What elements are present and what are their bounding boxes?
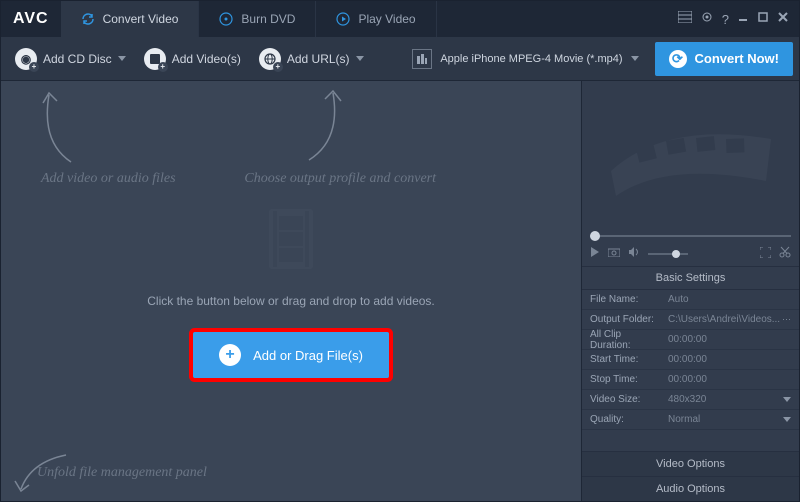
chevron-down-icon [783,417,791,422]
title-bar: AVC Convert Video Burn DVD Play Video ? [1,1,799,37]
settings-row: Quality:Normal [582,410,799,430]
globe-add-icon [259,48,281,70]
settings-row: Start Time:00:00:00 [582,350,799,370]
close-icon[interactable] [777,10,789,28]
settings-value: 00:00:00 [664,354,799,365]
disc-add-icon: ◉ [15,48,37,70]
tab-play-video[interactable]: Play Video [316,1,436,37]
tab-convert-video[interactable]: Convert Video [61,1,200,37]
toolbar: ◉ Add CD Disc Add Video(s) Add URL(s) Ap… [1,37,799,81]
side-panel: Basic Settings File Name:AutoOutput Fold… [581,81,799,501]
options-icon[interactable] [678,10,692,28]
chevron-down-icon [118,56,126,61]
minimize-icon[interactable] [737,10,749,28]
chevron-down-icon [356,56,364,61]
audio-options-button[interactable]: Audio Options [582,476,799,501]
arrow-annotation [31,87,81,167]
video-options-button[interactable]: Video Options [582,451,799,476]
fullscreen-icon[interactable] [760,247,771,261]
app-window: AVC Convert Video Burn DVD Play Video ? [0,0,800,502]
filmstrip-placeholder-icon [606,111,776,201]
settings-key: Stop Time: [582,374,664,385]
main-area: Add video or audio files Choose output p… [1,81,799,501]
profile-preset-icon [412,49,432,69]
settings-value[interactable]: Normal [664,414,799,425]
settings-key: Quality: [582,414,664,425]
add-urls-button[interactable]: Add URL(s) [251,44,372,74]
annotation-unfold-panel: Unfold file management panel [37,465,207,481]
settings-key: Video Size: [582,394,664,405]
refresh-icon: ⟳ [669,50,687,68]
film-placeholder-icon [261,204,321,274]
settings-value[interactable]: C:\Users\Andrei\Videos...⋯ [664,314,799,325]
settings-value[interactable]: 480x320 [664,394,799,405]
settings-key: Start Time: [582,354,664,365]
settings-row: File Name:Auto [582,290,799,310]
play-icon [336,12,350,26]
button-label: Convert Now! [695,51,780,66]
maximize-icon[interactable] [757,10,769,28]
settings-row: All Clip Duration:00:00:00 [582,330,799,350]
add-cd-disc-button[interactable]: ◉ Add CD Disc [7,44,134,74]
settings-key: All Clip Duration: [582,329,664,351]
settings-row: Stop Time:00:00:00 [582,370,799,390]
basic-settings-table: File Name:AutoOutput Folder:C:\Users\And… [582,290,799,430]
app-logo: AVC [1,10,61,28]
volume-slider[interactable] [648,253,688,255]
disc-icon [219,12,233,26]
tab-label: Play Video [358,12,415,26]
plus-circle-icon: + [219,344,241,366]
chevron-down-icon [783,397,791,402]
help-icon[interactable]: ? [722,12,729,27]
settings-value: Auto [664,294,799,305]
settings-row: Output Folder:C:\Users\Andrei\Videos...⋯ [582,310,799,330]
chevron-down-icon [631,56,639,61]
button-label: Add or Drag File(s) [253,348,363,363]
snapshot-icon[interactable] [608,247,620,260]
tab-burn-dvd[interactable]: Burn DVD [199,1,316,37]
output-profile-selector[interactable]: Apple iPhone MPEG-4 Movie (*.mp4) [404,45,646,73]
volume-icon[interactable] [628,247,640,260]
play-icon[interactable] [590,247,600,260]
annotation-choose-profile: Choose output profile and convert [244,171,436,187]
gear-icon[interactable] [700,10,714,29]
film-add-icon [144,48,166,70]
convert-now-button[interactable]: ⟳ Convert Now! [655,42,794,76]
tab-label: Convert Video [103,12,179,26]
basic-settings-header: Basic Settings [582,267,799,290]
drop-zone[interactable]: Add video or audio files Choose output p… [1,81,581,501]
settings-row: Video Size:480x320 [582,390,799,410]
main-tabs: Convert Video Burn DVD Play Video [61,1,668,37]
profile-label: Apple iPhone MPEG-4 Movie (*.mp4) [440,53,622,65]
settings-value: 00:00:00 [664,374,799,385]
cut-icon[interactable] [779,246,791,261]
preview-area [582,81,799,231]
settings-value: 00:00:00 [664,334,799,345]
annotation-add-files: Add video or audio files [41,171,176,187]
refresh-icon [81,12,95,26]
add-or-drag-files-button[interactable]: + Add or Drag File(s) [193,332,389,378]
settings-key: Output Folder: [582,314,664,325]
button-label: Add Video(s) [172,52,241,66]
tab-label: Burn DVD [241,12,295,26]
browse-icon[interactable]: ⋯ [782,314,791,325]
arrow-annotation [301,85,351,165]
settings-key: File Name: [582,294,664,305]
window-controls: ? [668,10,799,29]
button-label: Add CD Disc [43,52,112,66]
preview-seek-slider[interactable] [582,231,799,241]
preview-controls [582,241,799,267]
drop-hint-text: Click the button below or drag and drop … [147,294,435,308]
add-videos-button[interactable]: Add Video(s) [136,44,249,74]
button-label: Add URL(s) [287,52,350,66]
